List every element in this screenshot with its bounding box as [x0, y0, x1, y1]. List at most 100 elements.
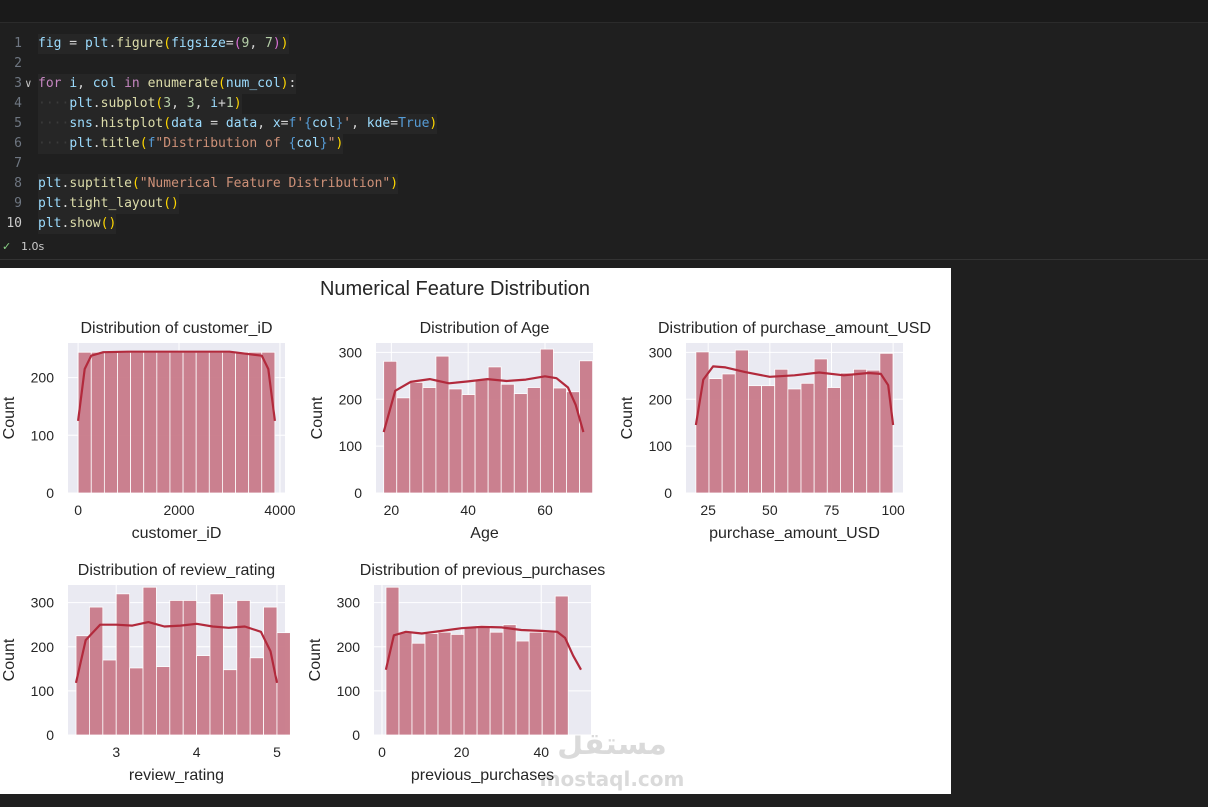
y-tick-label: 100 — [31, 427, 55, 443]
code-text: plt.show() — [38, 214, 117, 234]
x-tick-label: 50 — [762, 502, 778, 518]
code-token: = — [390, 116, 399, 131]
histogram-bar — [541, 631, 556, 736]
code-token: figsize — [171, 36, 226, 51]
histogram-bar — [248, 351, 263, 494]
code-line[interactable]: 10 plt.show() — [0, 214, 1208, 234]
code-editor[interactable]: 1 fig = plt.figure(figsize=(9, 7)) 2 3 ∨ for … — [0, 34, 1208, 234]
code-token: ···· — [38, 116, 70, 131]
y-tick-label: 300 — [337, 595, 361, 611]
code-line[interactable]: 5 ····sns.histplot(data = data, x=f'{col}… — [0, 114, 1208, 134]
histogram-bar — [129, 667, 144, 736]
x-tick-label: 4 — [193, 744, 201, 760]
code-token: , — [257, 116, 273, 131]
line-number: 4 — [14, 96, 22, 111]
code-token: i — [69, 76, 78, 91]
code-token: , — [249, 36, 266, 51]
code-token: ···· — [38, 96, 70, 111]
code-token: tight_layout — [69, 196, 164, 211]
code-text: for i, col in enumerate(num_col): — [38, 74, 297, 94]
line-number: 7 — [14, 156, 22, 171]
code-token: ' — [296, 116, 305, 131]
code-token: "Distribution of — [155, 136, 289, 151]
histogram-bar — [761, 385, 776, 494]
code-line[interactable]: 2 — [0, 54, 1208, 74]
code-line[interactable]: 7 — [0, 154, 1208, 174]
histogram-bar — [787, 388, 802, 494]
code-text: plt.suptitle("Numerical Feature Distribu… — [38, 174, 399, 194]
line-number: 2 — [14, 56, 22, 71]
code-text: plt.tight_layout() — [38, 194, 179, 214]
histogram-bar — [209, 593, 224, 736]
histogram-bar — [222, 351, 236, 494]
code-token: "Numerical Feature Distribution" — [139, 176, 391, 191]
subplot-3: 0 100 200 300 25 50 75 100 Distribution of purch… — [619, 320, 931, 542]
y-tick-label: 200 — [337, 639, 361, 655]
code-token: show — [69, 216, 101, 231]
code-token: 3 — [163, 96, 172, 111]
y-axis-label: Count — [1, 396, 18, 439]
code-token: plt — [38, 196, 62, 211]
line-number: 9 — [14, 196, 22, 211]
code-token: for — [38, 76, 62, 91]
figure-canvas: Numerical Feature Distribution مستقل mos… — [1, 278, 931, 791]
histogram-bar — [435, 355, 450, 494]
x-axis-label: purchase_amount_USD — [709, 525, 880, 542]
code-token: in — [124, 76, 140, 91]
editor-top-bar — [0, 0, 1208, 23]
y-tick-label: 100 — [649, 438, 673, 454]
y-tick-label: 0 — [46, 485, 54, 501]
histogram-bar — [103, 351, 118, 494]
code-line[interactable]: 3 ∨ for i, col in enumerate(num_col): — [0, 74, 1208, 94]
code-token: ' — [343, 116, 352, 131]
x-tick-label: 3 — [112, 744, 120, 760]
fold-chevron-icon[interactable]: ∨ — [25, 74, 32, 94]
histogram-bar — [513, 393, 528, 494]
histogram-bar — [553, 387, 567, 494]
code-token: ) — [335, 136, 344, 151]
x-tick-label: 5 — [273, 744, 281, 760]
code-token: , — [171, 96, 187, 111]
success-check-icon: ✓ — [2, 240, 12, 253]
code-token: 3 — [186, 96, 195, 111]
code-token: suptitle — [69, 176, 132, 191]
code-token: col — [296, 136, 320, 151]
code-token: ···· — [38, 136, 70, 151]
code-token: . — [92, 136, 101, 151]
code-token: plt — [38, 216, 62, 231]
histogram-bar — [826, 387, 841, 494]
histogram-bar — [853, 368, 868, 494]
histogram-bar — [409, 381, 424, 494]
histogram-bar — [437, 631, 452, 736]
y-axis-label: Count — [619, 396, 636, 439]
line-number: 10 — [6, 216, 22, 231]
code-token: ( — [163, 116, 172, 131]
code-text: ····plt.subplot(3, 3, i+1) — [38, 94, 242, 114]
histogram-bar — [774, 368, 789, 494]
histogram-bar — [182, 600, 197, 736]
code-line[interactable]: 8 plt.suptitle("Numerical Feature Distrib… — [0, 174, 1208, 194]
histogram-bar — [396, 397, 411, 494]
x-tick-label: 4000 — [264, 502, 295, 518]
x-tick-label: 2000 — [163, 502, 194, 518]
histogram-bar — [236, 600, 251, 736]
y-tick-label: 200 — [31, 639, 55, 655]
line-number: 6 — [14, 136, 22, 151]
histogram-bar — [539, 348, 554, 494]
line-number: 3 — [14, 76, 22, 91]
code-line[interactable]: 9 plt.tight_layout() — [0, 194, 1208, 214]
x-tick-label: 20 — [454, 744, 470, 760]
histogram-bar — [528, 631, 543, 736]
code-token: } — [319, 136, 328, 151]
histogram-bar — [89, 606, 104, 736]
histogram-bar — [115, 593, 131, 736]
histogram-bar — [195, 351, 210, 494]
histogram-bar — [721, 373, 736, 494]
code-line[interactable]: 4 ····plt.subplot(3, 3, i+1) — [0, 94, 1208, 114]
code-line[interactable]: 1 fig = plt.figure(figsize=(9, 7)) — [0, 34, 1208, 54]
y-tick-label: 200 — [339, 391, 363, 407]
code-token: = — [225, 36, 234, 51]
x-tick-label: 40 — [460, 502, 476, 518]
code-line[interactable]: 6 ····plt.title(f"Distribution of {col}") — [0, 134, 1208, 154]
